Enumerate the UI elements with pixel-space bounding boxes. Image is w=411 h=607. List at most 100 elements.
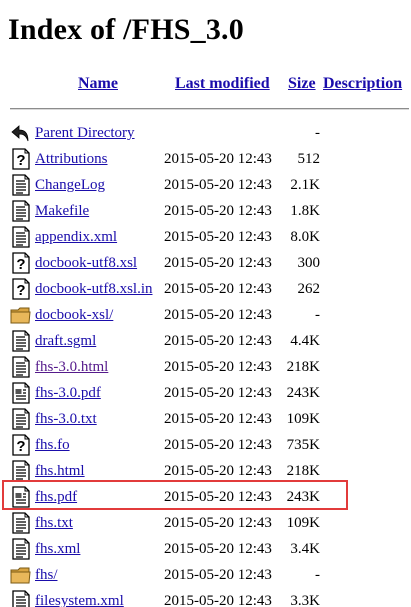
file-link[interactable]: fhs.fo	[35, 436, 70, 454]
size-cell: 3.3K	[290, 593, 320, 607]
layout-file-icon[interactable]	[10, 382, 32, 404]
file-row: fhs-3.0.pdf 2015-05-20 12:43 243K	[0, 380, 411, 406]
file-row: fhs-3.0.html 2015-05-20 12:43 218K	[0, 354, 411, 380]
folder-icon[interactable]	[10, 304, 32, 326]
file-link[interactable]: fhs.pdf	[35, 488, 77, 506]
folder-icon[interactable]	[10, 564, 32, 586]
size-cell: 218K	[286, 463, 320, 479]
last-modified-cell: 2015-05-20 12:43	[164, 229, 272, 245]
last-modified-cell: 2015-05-20 12:43	[164, 255, 272, 271]
file-link[interactable]: docbook-utf8.xsl.in	[35, 280, 153, 298]
file-link[interactable]: fhs-3.0.html	[35, 358, 108, 376]
file-link[interactable]: fhs.html	[35, 462, 85, 480]
file-link[interactable]: ChangeLog	[35, 176, 105, 194]
file-row: appendix.xml 2015-05-20 12:43 8.0K	[0, 224, 411, 250]
last-modified-cell: 2015-05-20 12:43	[164, 203, 272, 219]
size-cell: 1.8K	[290, 203, 320, 219]
text-file-icon[interactable]	[10, 460, 32, 482]
file-row: ? docbook-utf8.xsl 2015-05-20 12:43 300	[0, 250, 411, 276]
column-header-last-modified[interactable]: Last modified	[175, 74, 270, 94]
file-row: draft.sgml 2015-05-20 12:43 4.4K	[0, 328, 411, 354]
file-link[interactable]: fhs-3.0.txt	[35, 410, 97, 428]
unknown-file-icon[interactable]: ?	[10, 434, 32, 456]
file-link[interactable]: Attributions	[35, 150, 108, 168]
size-cell: 735K	[286, 437, 320, 453]
size-cell: 218K	[286, 359, 320, 375]
file-link[interactable]: Makefile	[35, 202, 89, 220]
size-cell: 243K	[286, 489, 320, 505]
parent-directory-link[interactable]: Parent Directory	[35, 124, 135, 142]
svg-text:?: ?	[16, 282, 25, 299]
size-cell: -	[315, 307, 320, 323]
svg-text:?: ?	[16, 438, 25, 455]
unknown-file-icon[interactable]: ?	[10, 278, 32, 300]
page-title: Index of /FHS_3.0	[8, 13, 244, 46]
text-file-icon[interactable]	[10, 590, 32, 607]
size-cell: 300	[297, 255, 321, 271]
file-row: fhs.txt 2015-05-20 12:43 109K	[0, 510, 411, 536]
header-divider	[10, 108, 409, 110]
last-modified-cell: 2015-05-20 12:43	[164, 385, 272, 401]
column-header-description[interactable]: Description	[323, 74, 402, 94]
svg-text:?: ?	[16, 256, 25, 273]
size-cell: 262	[297, 281, 321, 297]
text-file-icon[interactable]	[10, 512, 32, 534]
last-modified-cell: 2015-05-20 12:43	[164, 411, 272, 427]
text-file-icon[interactable]	[10, 174, 32, 196]
text-file-icon[interactable]	[10, 408, 32, 430]
file-row: fhs.xml 2015-05-20 12:43 3.4K	[0, 536, 411, 562]
size-cell: 2.1K	[290, 177, 320, 193]
file-link[interactable]: fhs-3.0.pdf	[35, 384, 101, 402]
text-file-icon[interactable]	[10, 200, 32, 222]
size-cell: -	[315, 125, 320, 141]
size-cell: 109K	[286, 515, 320, 531]
last-modified-cell: 2015-05-20 12:43	[164, 307, 272, 323]
last-modified-cell: 2015-05-20 12:43	[164, 593, 272, 607]
file-link[interactable]: filesystem.xml	[35, 592, 124, 607]
last-modified-cell: 2015-05-20 12:43	[164, 463, 272, 479]
file-link[interactable]: docbook-utf8.xsl	[35, 254, 137, 272]
last-modified-cell: 2015-05-20 12:43	[164, 567, 272, 583]
file-row: ChangeLog 2015-05-20 12:43 2.1K	[0, 172, 411, 198]
size-cell: 4.4K	[290, 333, 320, 349]
file-row: fhs.pdf 2015-05-20 12:43 243K	[0, 484, 411, 510]
file-link[interactable]: draft.sgml	[35, 332, 96, 350]
file-link[interactable]: fhs/	[35, 566, 58, 584]
size-cell: 109K	[286, 411, 320, 427]
last-modified-cell: 2015-05-20 12:43	[164, 541, 272, 557]
layout-file-icon[interactable]	[10, 486, 32, 508]
file-row: ? Attributions 2015-05-20 12:43 512	[0, 146, 411, 172]
file-row: fhs-3.0.txt 2015-05-20 12:43 109K	[0, 406, 411, 432]
last-modified-cell: 2015-05-20 12:43	[164, 177, 272, 193]
text-file-icon[interactable]	[10, 226, 32, 248]
file-row: fhs/2015-05-20 12:43 -	[0, 562, 411, 588]
text-file-icon[interactable]	[10, 330, 32, 352]
file-row: ? docbook-utf8.xsl.in 2015-05-20 12:43 262	[0, 276, 411, 302]
last-modified-cell: 2015-05-20 12:43	[164, 489, 272, 505]
size-cell: 3.4K	[290, 541, 320, 557]
text-file-icon[interactable]	[10, 356, 32, 378]
file-link[interactable]: fhs.xml	[35, 540, 80, 558]
last-modified-cell: 2015-05-20 12:43	[164, 437, 272, 453]
file-row: docbook-xsl/2015-05-20 12:43 -	[0, 302, 411, 328]
last-modified-cell: 2015-05-20 12:43	[164, 333, 272, 349]
file-link[interactable]: docbook-xsl/	[35, 306, 113, 324]
file-link[interactable]: appendix.xml	[35, 228, 117, 246]
file-row: ? fhs.fo 2015-05-20 12:43 735K	[0, 432, 411, 458]
unknown-file-icon[interactable]: ?	[10, 148, 32, 170]
size-cell: 243K	[286, 385, 320, 401]
text-file-icon[interactable]	[10, 538, 32, 560]
file-link[interactable]: fhs.txt	[35, 514, 73, 532]
size-cell: 8.0K	[290, 229, 320, 245]
unknown-file-icon[interactable]: ?	[10, 252, 32, 274]
back-arrow-icon[interactable]	[10, 122, 32, 144]
parent-directory-row: Parent Directory -	[0, 120, 411, 146]
last-modified-cell: 2015-05-20 12:43	[164, 281, 272, 297]
column-header-size[interactable]: Size	[288, 74, 316, 94]
file-row: Makefile 2015-05-20 12:43 1.8K	[0, 198, 411, 224]
last-modified-cell: 2015-05-20 12:43	[164, 151, 272, 167]
column-header-name[interactable]: Name	[78, 74, 118, 94]
file-row: fhs.html 2015-05-20 12:43 218K	[0, 458, 411, 484]
size-cell: -	[315, 567, 320, 583]
svg-text:?: ?	[16, 152, 25, 169]
